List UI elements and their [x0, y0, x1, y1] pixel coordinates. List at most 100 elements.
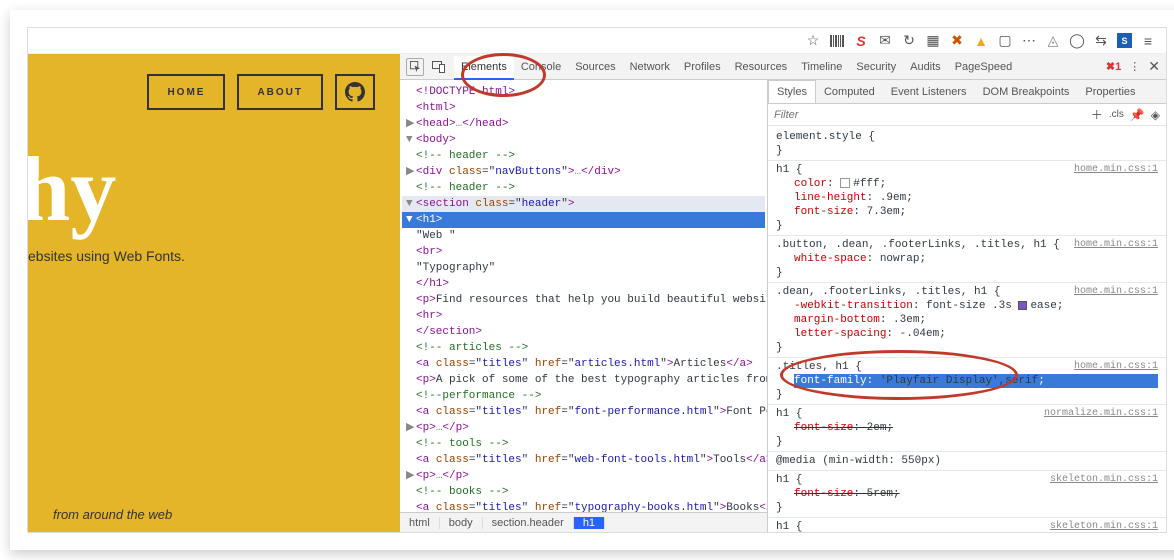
dom-node[interactable]: ▶<p>…</p>: [402, 468, 765, 484]
dom-node[interactable]: <!-- tools -->: [402, 436, 765, 452]
styles-subtab-event-listeners[interactable]: Event Listeners: [883, 81, 975, 103]
dom-node[interactable]: <br>: [402, 244, 765, 260]
swap-ext-icon[interactable]: ⇆: [1093, 33, 1109, 49]
styles-subtab-styles[interactable]: Styles: [768, 80, 816, 103]
css-rule[interactable]: @media (min-width: 550px): [768, 452, 1166, 471]
square-ext-icon[interactable]: ▢: [997, 33, 1013, 49]
rule-source[interactable]: home.min.css:1: [1074, 163, 1158, 177]
hero-section: phy ebsites using Web Fonts.: [28, 149, 185, 264]
devtools-tab-elements[interactable]: Elements: [454, 56, 514, 80]
devtools-tab-network[interactable]: Network: [623, 56, 677, 78]
style-rules[interactable]: element.style {}home.min.css:1h1 {color:…: [768, 126, 1166, 532]
styles-subtab-properties[interactable]: Properties: [1077, 81, 1143, 103]
css-rule[interactable]: home.min.css:1.titles, h1 {font-family: …: [768, 358, 1166, 405]
rule-source[interactable]: normalize.min.css:1: [1044, 407, 1158, 421]
css-rule[interactable]: home.min.css:1h1 {color: #fff;line-heigh…: [768, 161, 1166, 236]
rule-source[interactable]: skeleton.min.css:1: [1050, 473, 1158, 487]
dom-node[interactable]: ▼<body>: [402, 132, 765, 148]
dom-tree[interactable]: <!DOCTYPE html><html>▶<head>…</head>▼<bo…: [400, 80, 767, 512]
dom-node[interactable]: </section>: [402, 324, 765, 340]
devtools-tab-timeline[interactable]: Timeline: [794, 56, 849, 78]
dom-node[interactable]: <!-- articles -->: [402, 340, 765, 356]
breadcrumb[interactable]: htmlbodysection.headerh1: [400, 512, 767, 532]
dom-node[interactable]: <!--performance -->: [402, 388, 765, 404]
s-blue-ext-icon[interactable]: S: [1117, 33, 1132, 48]
cls-toggle[interactable]: .cls: [1109, 109, 1124, 120]
add-rule-icon[interactable]: ＋: [1091, 106, 1103, 123]
dom-node[interactable]: "Web ": [402, 228, 765, 244]
devtools-tab-audits[interactable]: Audits: [903, 56, 948, 78]
github-link[interactable]: [335, 74, 375, 110]
github-icon: [345, 82, 365, 102]
dom-node[interactable]: ▶<div class="navButtons">…</div>: [402, 164, 765, 180]
css-rule[interactable]: skeleton.min.css:1h1 {: [768, 518, 1166, 532]
styles-subtab-computed[interactable]: Computed: [816, 81, 883, 103]
dom-node[interactable]: ▶<head>…</head>: [402, 116, 765, 132]
dom-node[interactable]: "Typography": [402, 260, 765, 276]
dom-node[interactable]: <!DOCTYPE html>: [402, 84, 765, 100]
mail-icon[interactable]: ✉: [877, 33, 893, 49]
dom-node[interactable]: <html>: [402, 100, 765, 116]
inspect-icon[interactable]: [406, 58, 424, 76]
s-ext-icon[interactable]: S: [853, 33, 869, 49]
dom-node[interactable]: <!-- header -->: [402, 180, 765, 196]
breadcrumb-item[interactable]: body: [440, 517, 483, 529]
devtools-tab-profiles[interactable]: Profiles: [677, 56, 728, 78]
about-button[interactable]: ABOUT: [237, 74, 323, 110]
articles-sub: from around the web: [53, 507, 172, 522]
breadcrumb-item[interactable]: h1: [574, 517, 605, 529]
dom-node[interactable]: <!-- books -->: [402, 484, 765, 500]
rule-source[interactable]: home.min.css:1: [1074, 238, 1158, 252]
device-icon[interactable]: [430, 58, 448, 76]
dom-node[interactable]: <p>A pick of some of the best typography…: [402, 372, 765, 388]
rule-source[interactable]: home.min.css:1: [1074, 285, 1158, 299]
devtools-tab-pagespeed[interactable]: PageSpeed: [948, 56, 1020, 78]
dom-node[interactable]: <a class="titles" href="web-font-tools.h…: [402, 452, 765, 468]
dom-node[interactable]: <a class="titles" href="articles.html">A…: [402, 356, 765, 372]
breadcrumb-item[interactable]: html: [400, 517, 440, 529]
css-rule[interactable]: home.min.css:1.dean, .footerLinks, .titl…: [768, 283, 1166, 358]
styles-filter-input[interactable]: [774, 109, 1085, 121]
more-icon[interactable]: ⋮: [1129, 60, 1140, 73]
dom-node[interactable]: <a class="titles" href="font-performance…: [402, 404, 765, 420]
css-rule[interactable]: normalize.min.css:1h1 {font-size: 2em;}: [768, 405, 1166, 452]
close-devtools-icon[interactable]: ✕: [1148, 58, 1160, 75]
page-nav: HOME ABOUT: [147, 74, 375, 110]
styles-subtab-dom-breakpoints[interactable]: DOM Breakpoints: [975, 81, 1078, 103]
grid-icon[interactable]: ▦: [925, 33, 941, 49]
dom-node[interactable]: </h1>: [402, 276, 765, 292]
error-count[interactable]: ✖1: [1106, 60, 1121, 73]
dom-node[interactable]: ▼<section class="header">: [402, 196, 765, 212]
dom-node[interactable]: <a class="titles" href="typography-books…: [402, 500, 765, 512]
devtools-tabs: ElementsConsoleSourcesNetworkProfilesRes…: [400, 54, 1166, 80]
breadcrumb-item[interactable]: section.header: [483, 517, 574, 529]
menu-icon[interactable]: ≡: [1140, 33, 1156, 49]
refresh-icon[interactable]: ↻: [901, 33, 917, 49]
x-ext-icon[interactable]: ✖: [949, 33, 965, 49]
triangle-ext-icon[interactable]: ◬: [1045, 33, 1061, 49]
barcode-icon[interactable]: [829, 33, 845, 49]
css-rule[interactable]: skeleton.min.css:1h1 {font-size: 5rem;}: [768, 471, 1166, 518]
devtools-tab-console[interactable]: Console: [514, 56, 568, 78]
dom-node[interactable]: <p>Find resources that help you build be…: [402, 292, 765, 308]
home-button[interactable]: HOME: [147, 74, 225, 110]
page-preview: HOME ABOUT phy ebsites using Web Fonts. …: [28, 54, 400, 532]
dom-node[interactable]: ▶<p>…</p>: [402, 420, 765, 436]
devtools-tab-sources[interactable]: Sources: [568, 56, 622, 78]
pin-icon[interactable]: 📌: [1130, 108, 1145, 122]
star-icon[interactable]: ☆: [805, 33, 821, 49]
dom-node[interactable]: <hr>: [402, 308, 765, 324]
elements-panel: <!DOCTYPE html><html>▶<head>…</head>▼<bo…: [400, 80, 768, 532]
devtools-tab-security[interactable]: Security: [849, 56, 903, 78]
rule-source[interactable]: home.min.css:1: [1074, 360, 1158, 374]
css-rule[interactable]: home.min.css:1.button, .dean, .footerLin…: [768, 236, 1166, 283]
dom-node[interactable]: <!-- header -->: [402, 148, 765, 164]
circle-ext-icon[interactable]: ◯: [1069, 33, 1085, 49]
rule-source[interactable]: skeleton.min.css:1: [1050, 520, 1158, 532]
hov-icon[interactable]: ◈: [1151, 108, 1160, 122]
css-rule[interactable]: element.style {}: [768, 128, 1166, 161]
dom-node[interactable]: ▼<h1>: [402, 212, 765, 228]
dots-ext-icon[interactable]: ⋯: [1021, 33, 1037, 49]
warning-ext-icon[interactable]: ▲: [973, 33, 989, 49]
devtools-tab-resources[interactable]: Resources: [728, 56, 795, 78]
